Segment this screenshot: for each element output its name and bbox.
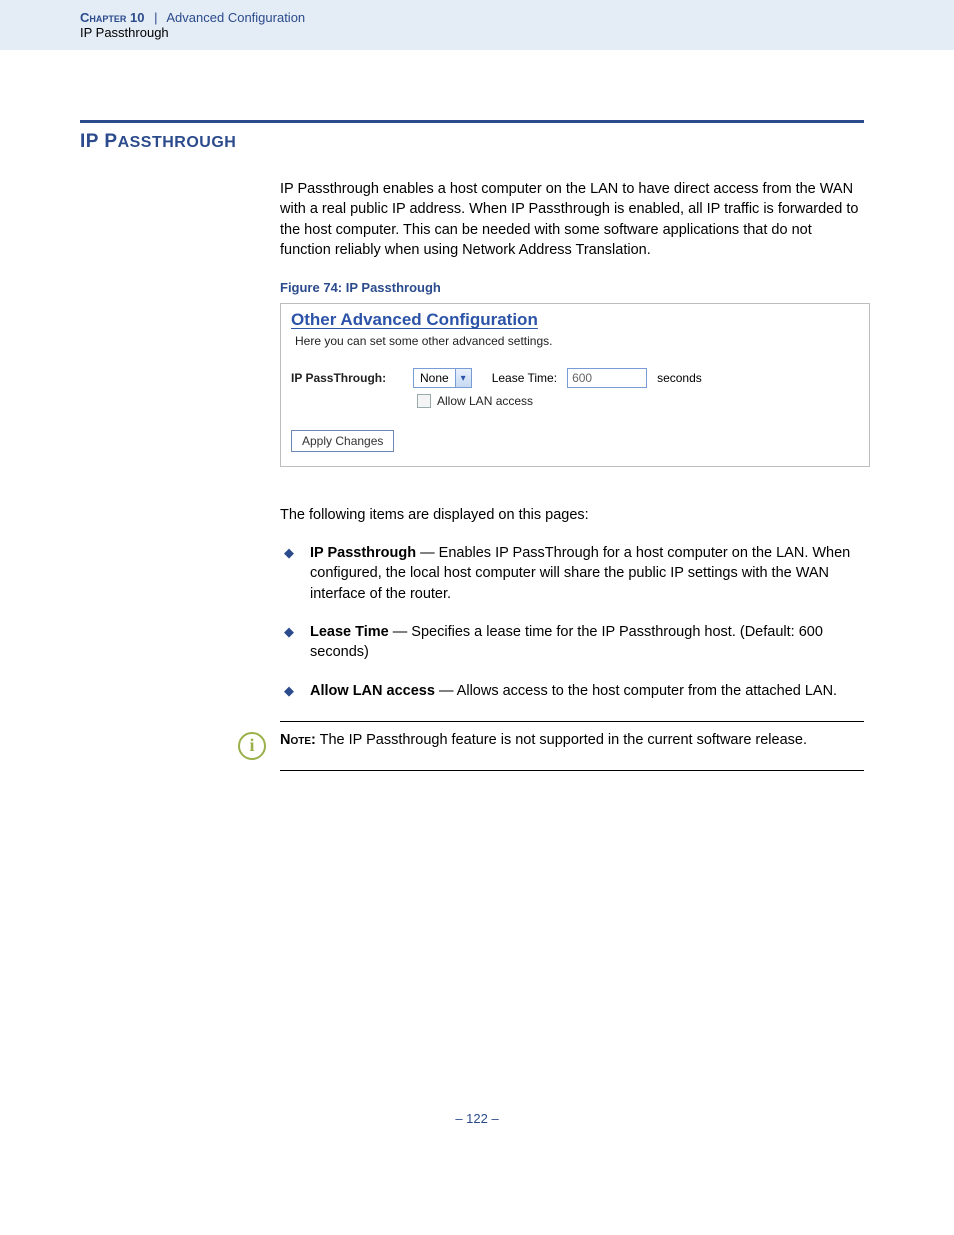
separator: | — [154, 10, 157, 25]
item-list: IP Passthrough — Enables IP PassThrough … — [280, 543, 864, 701]
following-text: The following items are displayed on thi… — [280, 507, 864, 523]
allow-lan-checkbox[interactable] — [417, 394, 431, 408]
ip-passthrough-select[interactable]: None ▾ — [413, 368, 472, 388]
chapter-title: Advanced Configuration — [166, 10, 305, 25]
list-item: IP Passthrough — Enables IP PassThrough … — [280, 543, 864, 604]
list-item: Lease Time — Specifies a lease time for … — [280, 622, 864, 663]
item-title: IP Passthrough — [310, 545, 416, 561]
breadcrumb: IP Passthrough — [80, 25, 954, 40]
apply-changes-button[interactable]: Apply Changes — [291, 430, 394, 452]
panel-subtitle: Here you can set some other advanced set… — [281, 332, 869, 366]
note-rule-bottom — [280, 770, 864, 771]
info-icon: i — [238, 732, 266, 760]
lease-time-label: Lease Time: — [492, 371, 557, 385]
page-header: Chapter 10 | Advanced Configuration IP P… — [0, 0, 954, 50]
item-desc: — Allows access to the host computer fro… — [435, 683, 837, 699]
figure-caption: Figure 74: IP Passthrough — [280, 280, 864, 295]
figure-screenshot: Other Advanced Configuration Here you ca… — [280, 303, 870, 467]
select-value: None — [414, 371, 455, 385]
item-title: Allow LAN access — [310, 683, 435, 699]
item-title: Lease Time — [310, 624, 389, 640]
note-rule-top — [280, 721, 864, 722]
chapter-label: Chapter 10 — [80, 10, 144, 25]
section-title: IP PASSTHROUGH — [80, 131, 864, 153]
seconds-label: seconds — [657, 371, 702, 385]
panel-title: Other Advanced Configuration — [281, 304, 869, 332]
list-item: Allow LAN access — Allows access to the … — [280, 681, 864, 701]
intro-paragraph: IP Passthrough enables a host computer o… — [280, 179, 864, 260]
lease-time-input[interactable] — [567, 368, 647, 388]
chevron-down-icon[interactable]: ▾ — [455, 369, 471, 387]
note-label: Note: — [280, 732, 316, 748]
note-text: The IP Passthrough feature is not suppor… — [316, 732, 807, 748]
allow-lan-label: Allow LAN access — [437, 394, 533, 408]
page-number: – 122 – — [0, 1111, 954, 1156]
section-rule — [80, 120, 864, 123]
ip-passthrough-label: IP PassThrough: — [291, 371, 403, 385]
